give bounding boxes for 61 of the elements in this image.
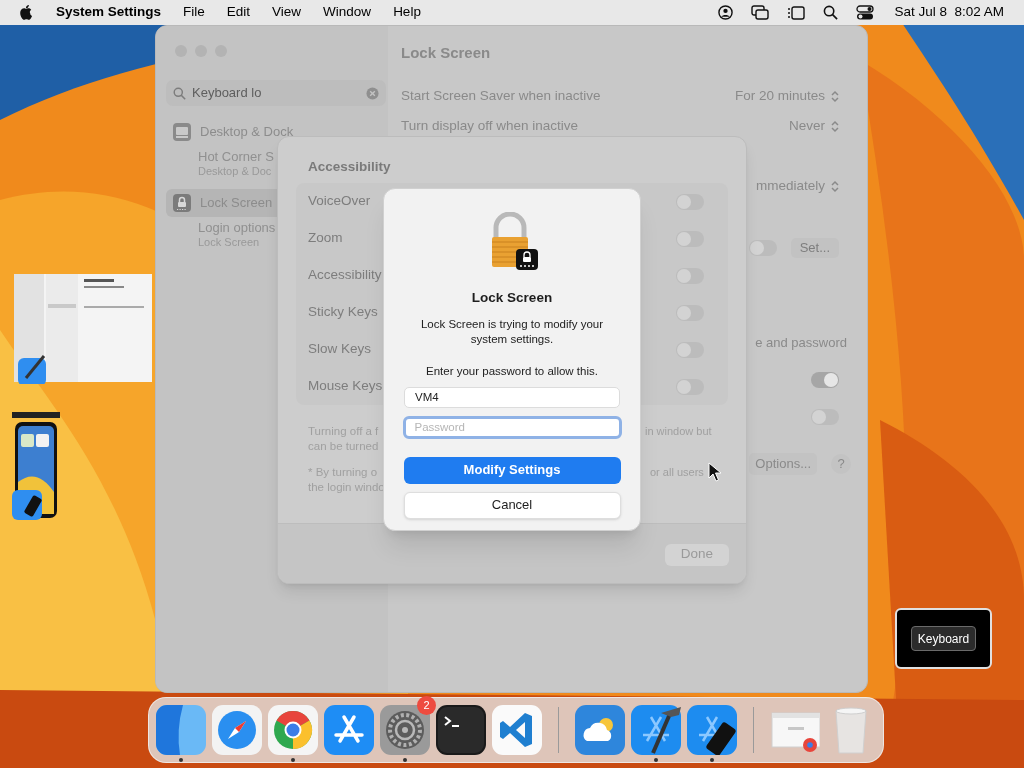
window-title: Lock Screen bbox=[401, 43, 491, 63]
search-icon bbox=[173, 86, 186, 100]
setting-label: Zoom bbox=[308, 229, 343, 248]
control-center-icon[interactable] bbox=[856, 5, 875, 20]
keyboard-button[interactable]: Keyboard bbox=[910, 626, 977, 651]
weather-icon[interactable] bbox=[575, 705, 625, 755]
menu-item[interactable]: View bbox=[272, 2, 302, 23]
help-button[interactable]: ? bbox=[831, 454, 851, 474]
search-icon[interactable] bbox=[823, 5, 839, 20]
username-field[interactable]: VM4 bbox=[404, 386, 620, 408]
user-icon[interactable] bbox=[718, 5, 734, 20]
dialog-prompt: Enter your password to allow this. bbox=[426, 364, 598, 380]
stage-manager-icon[interactable] bbox=[787, 5, 806, 20]
setting-label: e and password bbox=[755, 334, 847, 353]
code-editor-icon[interactable] bbox=[492, 705, 542, 755]
app-window-thumbnail[interactable] bbox=[14, 274, 154, 384]
menu-item[interactable]: Edit bbox=[226, 2, 251, 23]
sheet-title: Accessibility bbox=[308, 158, 391, 176]
menu-clock: Sat Jul 8 8:02 AM bbox=[894, 3, 1004, 22]
setting-label: Slow Keys bbox=[308, 340, 372, 359]
terminal-icon[interactable] bbox=[436, 705, 486, 755]
setting-label: Mouse Keys bbox=[308, 377, 383, 396]
chrome-icon[interactable] bbox=[268, 705, 318, 755]
options-button[interactable]: Options... bbox=[749, 453, 817, 475]
mouse-pointer-icon bbox=[708, 462, 722, 482]
setting-label: VoiceOver bbox=[308, 192, 371, 211]
done-button[interactable]: Done bbox=[665, 543, 729, 566]
menu-app-name[interactable]: System Settings bbox=[56, 2, 162, 23]
popup-arrows-icon bbox=[831, 179, 839, 193]
toggle-switch[interactable] bbox=[811, 372, 839, 388]
setting-label: Sticky Keys bbox=[308, 303, 378, 322]
search-field[interactable]: Keyboard lo bbox=[166, 80, 386, 106]
dialog-message: Lock Screen is trying to modify your system settings. bbox=[419, 317, 605, 348]
toggle-switch[interactable] bbox=[748, 240, 777, 256]
popup-button[interactable]: Never bbox=[789, 115, 839, 137]
phone-simulator-thumbnail[interactable] bbox=[12, 412, 62, 522]
clear-search-icon[interactable] bbox=[366, 86, 379, 100]
hammer-app-icon[interactable] bbox=[631, 705, 681, 755]
desktop-dock-icon bbox=[172, 122, 192, 142]
dialog-title: Lock Screen bbox=[471, 289, 553, 307]
popup-arrows-icon bbox=[831, 119, 839, 133]
finder-icon[interactable] bbox=[156, 705, 206, 755]
password-field[interactable]: Password bbox=[402, 415, 622, 439]
app-store-icon[interactable] bbox=[324, 705, 374, 755]
set-button[interactable]: Set... bbox=[790, 238, 839, 258]
apple-icon[interactable] bbox=[20, 4, 34, 21]
menu-item[interactable]: File bbox=[183, 2, 205, 23]
popup-button[interactable]: mmediately bbox=[755, 175, 839, 197]
cancel-button[interactable]: Cancel bbox=[403, 491, 621, 519]
setting-label: Accessibility bbox=[308, 266, 382, 285]
setting-label: Turn display off when inactive bbox=[401, 116, 579, 135]
menu-item[interactable]: Help bbox=[393, 2, 421, 23]
popup-arrows-icon bbox=[831, 89, 839, 103]
setting-label: Start Screen Saver when inactive bbox=[401, 86, 601, 105]
menu-item[interactable]: Window bbox=[323, 2, 372, 23]
screens-icon[interactable] bbox=[751, 5, 770, 20]
popup-button[interactable]: For 20 minutes bbox=[734, 85, 839, 107]
phone-app-icon[interactable] bbox=[687, 705, 737, 755]
compass-icon[interactable] bbox=[212, 705, 262, 755]
modify-settings-button[interactable]: Modify Settings bbox=[403, 456, 621, 484]
lock-screen-icon bbox=[172, 193, 192, 213]
